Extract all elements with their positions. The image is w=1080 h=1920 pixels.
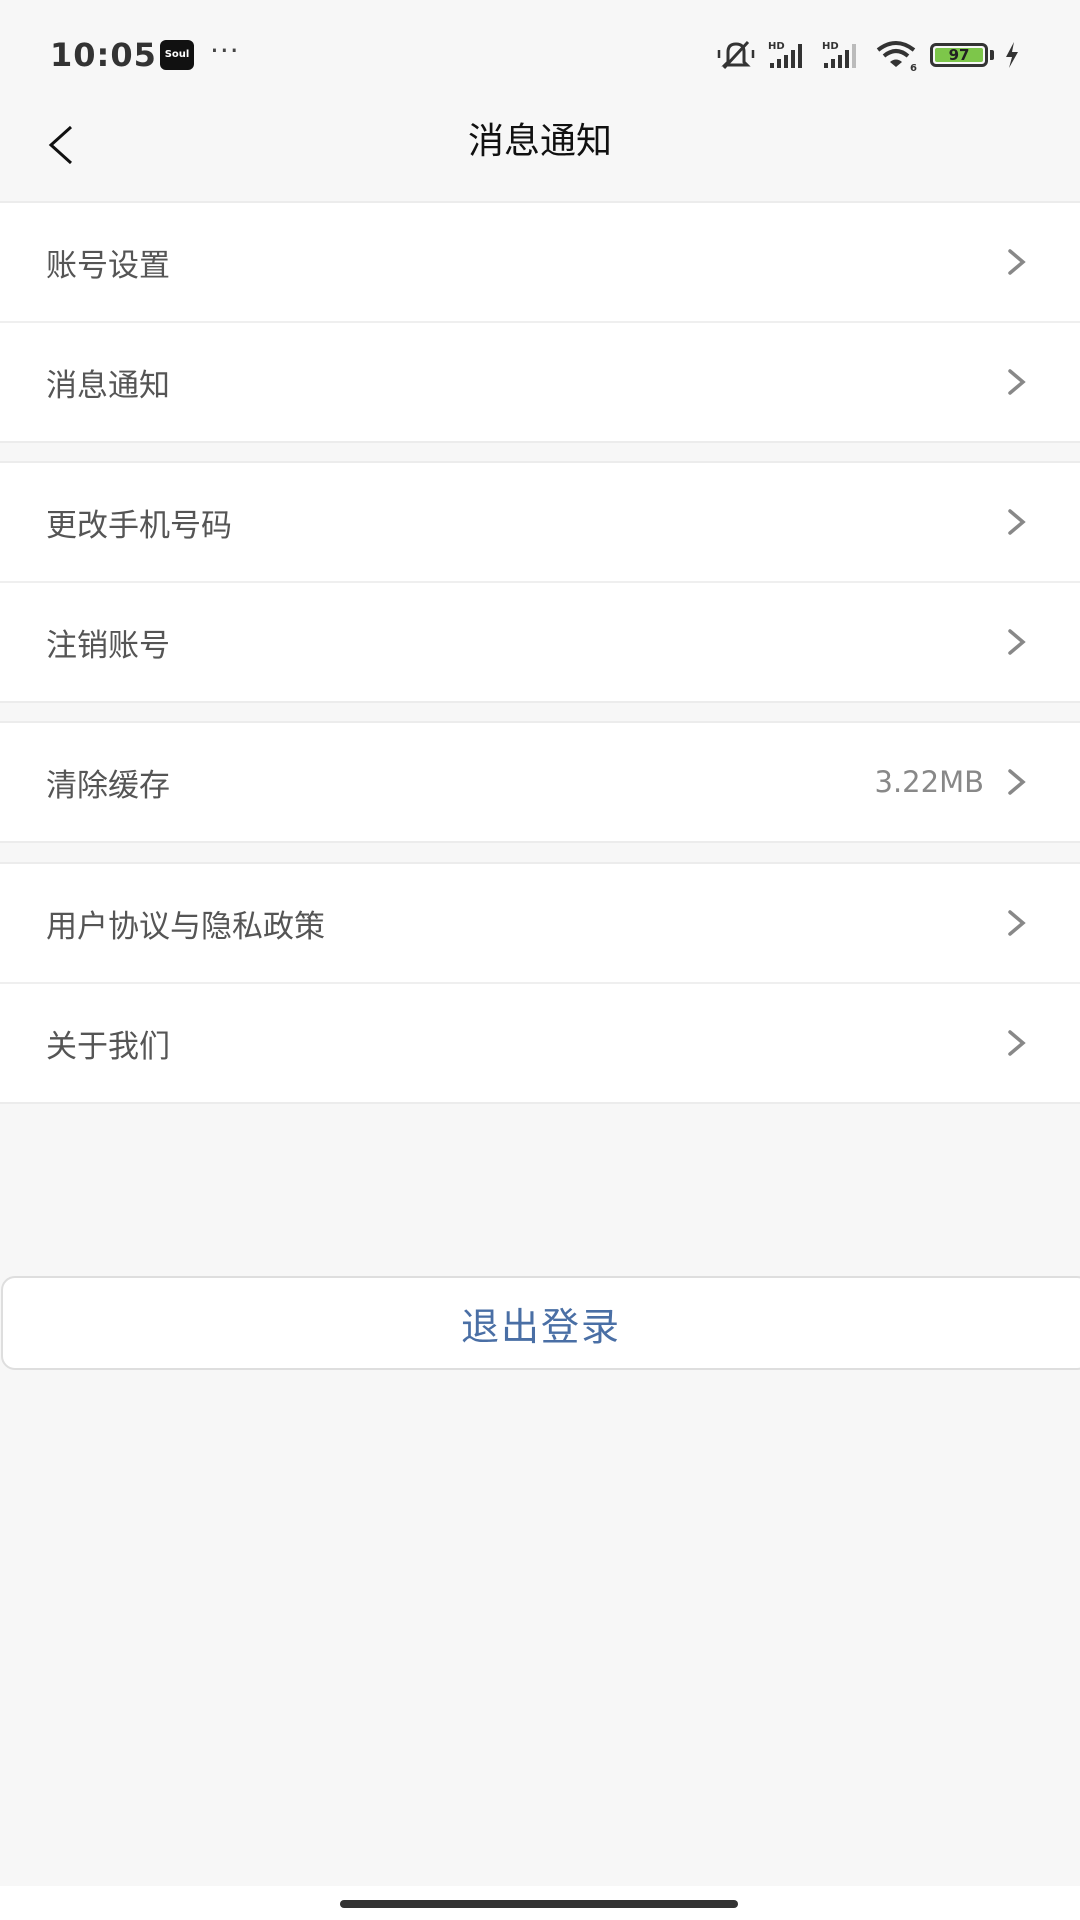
logout-button[interactable]: 退出登录	[1, 1276, 1080, 1370]
row-label: 用户协议与隐私政策	[46, 908, 325, 945]
home-indicator[interactable]	[340, 1900, 738, 1908]
status-bar: 10:05 Soul ··· HD HD 6 97	[0, 0, 1080, 100]
row-label: 清除缓存	[46, 767, 170, 804]
logout-label: 退出登录	[460, 1304, 621, 1349]
chevron-right-icon	[1008, 1030, 1026, 1056]
row-label: 注销账号	[46, 627, 170, 664]
row-clear-cache[interactable]: 清除缓存 3.22MB	[0, 723, 1080, 841]
row-label: 更改手机号码	[46, 507, 232, 544]
row-user-agreement-privacy[interactable]: 用户协议与隐私政策	[0, 864, 1080, 982]
row-account-settings[interactable]: 账号设置	[0, 203, 1080, 321]
chevron-right-icon	[1008, 910, 1026, 936]
chevron-right-icon	[1008, 769, 1026, 795]
chevron-right-icon	[1008, 629, 1026, 655]
wifi-6-icon: 6	[876, 41, 917, 72]
svg-text:HD: HD	[822, 41, 839, 52]
settings-group-about: 用户协议与隐私政策 关于我们	[0, 862, 1080, 1104]
page-title: 消息通知	[467, 121, 612, 162]
cache-size: 3.22MB	[874, 765, 985, 799]
chevron-right-icon	[1008, 509, 1026, 535]
battery-level: 97	[948, 46, 970, 64]
row-label: 关于我们	[46, 1028, 170, 1065]
mute-icon	[717, 40, 755, 70]
chevron-right-icon	[1008, 249, 1026, 275]
signal-hd-icon: HD	[822, 41, 856, 68]
battery-icon: 97	[930, 43, 988, 67]
status-time: 10:05	[50, 36, 157, 74]
settings-group-account: 账号设置 消息通知	[0, 201, 1080, 443]
battery-tip	[990, 50, 994, 60]
row-about-us[interactable]: 关于我们	[0, 982, 1080, 1102]
row-delete-account[interactable]: 注销账号	[0, 581, 1080, 701]
row-message-notifications[interactable]: 消息通知	[0, 321, 1080, 441]
svg-text:HD: HD	[768, 41, 785, 52]
signal-hd-icon: HD	[768, 41, 802, 68]
row-label: 消息通知	[46, 367, 170, 404]
row-label: 账号设置	[46, 247, 170, 284]
charging-icon	[1006, 42, 1018, 68]
status-icons: HD HD 6 97	[716, 38, 1020, 72]
row-change-phone[interactable]: 更改手机号码	[0, 463, 1080, 581]
soul-app-icon: Soul	[160, 40, 194, 70]
svg-text:6: 6	[910, 63, 917, 72]
settings-group-cache: 清除缓存 3.22MB	[0, 721, 1080, 843]
chevron-right-icon	[1008, 369, 1026, 395]
more-notifications-icon: ···	[210, 34, 240, 67]
settings-group-phone: 更改手机号码 注销账号	[0, 461, 1080, 703]
